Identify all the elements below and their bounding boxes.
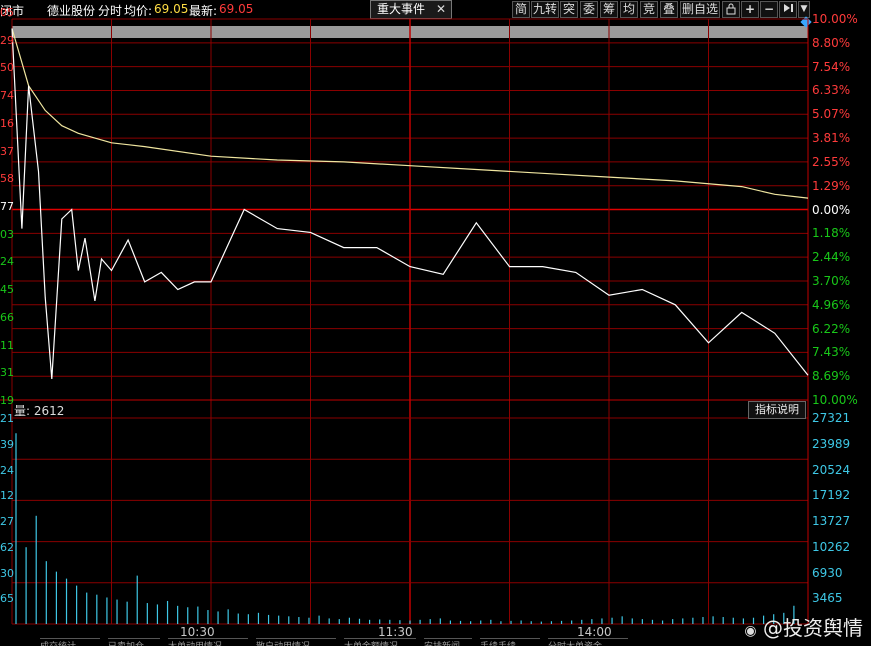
price-axis-tick: 8.69%: [812, 369, 851, 384]
time-tick-1400: 14:00: [577, 625, 612, 639]
volume-left-tick: 62: [0, 540, 14, 554]
volume-axis-tick: 27321: [812, 411, 851, 425]
price-axis-tick: 3.70%: [812, 273, 851, 288]
left-axis-tick: 58: [0, 172, 14, 186]
volume-axis-tick: 13727: [812, 514, 851, 528]
volume-axis-tick: 17192: [812, 488, 851, 503]
price-axis-tick: 1.18%: [812, 226, 851, 241]
weibo-icon: ◉: [744, 623, 757, 639]
chart-grid: [0, 18, 809, 625]
volume-left-tick: 24: [0, 463, 14, 477]
volume-left-tick: 30: [0, 566, 14, 580]
price-axis-tick: 8.80%: [812, 35, 851, 50]
volume-bars: [15, 433, 795, 624]
volume-left-tick: 65: [0, 592, 14, 606]
volume-axis-tick: 23989: [812, 436, 851, 451]
left-axis-tick: 24: [0, 255, 14, 269]
left-axis-tick: 50: [0, 61, 14, 75]
left-axis-tick: 37: [0, 144, 14, 158]
volume-left-tick: 21: [0, 412, 14, 425]
intraday-chart: [0, 18, 809, 625]
price-axis-tick: 4.96%: [812, 297, 851, 312]
time-tick-1130: 11:30: [378, 625, 413, 639]
volume-axis-tick: 6930: [812, 565, 843, 580]
volume-left-tick: 12: [0, 489, 14, 503]
left-axis-tick: 11: [0, 338, 14, 352]
price-axis-tick: 0.00%: [812, 202, 851, 217]
watermark-text: @投资舆情: [763, 616, 863, 640]
left-axis-tick: 29: [0, 33, 14, 47]
left-axis-tick: 66: [0, 310, 14, 324]
price-axis-tick: 5.07%: [812, 107, 851, 122]
time-tick-1030: 10:30: [180, 625, 215, 639]
price-axis-tick: 10.00%: [812, 393, 858, 407]
volume-left-tick: 27: [0, 515, 14, 528]
left-axis-tick: 05: [0, 6, 14, 19]
price-axis-tick: 1.29%: [812, 178, 851, 193]
price-axis-tick: 2.44%: [812, 250, 851, 265]
left-axis-tick: 19: [0, 394, 14, 407]
price-axis-tick: 2.55%: [812, 154, 851, 169]
volume-axis-tick: 3465: [812, 591, 843, 606]
indicator-help-button[interactable]: 指标说明: [748, 401, 806, 419]
left-axis-tick: 03: [0, 227, 14, 241]
volume-axis-tick: 10262: [812, 539, 851, 554]
left-axis-tick: 31: [0, 366, 14, 380]
price-axis-tick: 6.22%: [812, 321, 851, 336]
price-axis-tick: 10.00%: [812, 12, 858, 26]
price-axis-tick: 7.43%: [812, 345, 851, 360]
volume-left-tick: 39: [0, 437, 14, 451]
left-axis-tick: 74: [0, 89, 14, 103]
bottom-tab-bar: 成交统计 已卖加仓 大单动用情况 散户动用情况 大单金额情况 安排新闻 手续手续…: [0, 638, 720, 646]
volume-label: 量: 2612: [14, 404, 65, 418]
volume-axis-tick: 20524: [812, 462, 851, 477]
price-axis-tick: 7.54%: [812, 59, 851, 74]
left-axis-tick: 77: [0, 200, 14, 213]
price-axis-tick: 6.33%: [812, 83, 851, 98]
watermark: ◉ @投资舆情: [744, 612, 863, 641]
left-axis-tick: 45: [0, 283, 14, 297]
price-axis-tick: 3.81%: [812, 131, 851, 146]
left-axis-tick: 16: [0, 116, 14, 130]
